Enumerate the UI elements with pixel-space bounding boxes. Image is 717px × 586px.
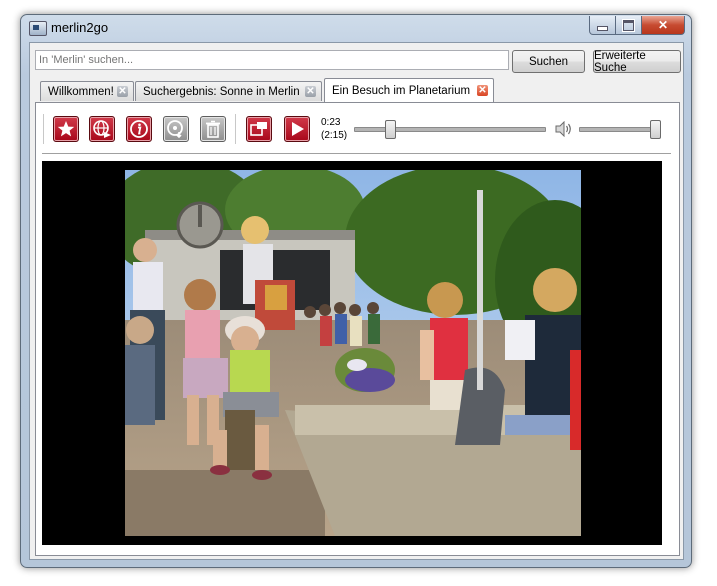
close-icon: ✕: [657, 18, 669, 32]
delete-button[interactable]: [200, 116, 226, 142]
time-display: 0:23 (2:15): [321, 116, 347, 142]
tab-search-result[interactable]: Suchergebnis: Sonne in Merlin ✕: [135, 81, 322, 101]
toolbar-separator: [43, 114, 44, 144]
tab-close-icon[interactable]: ✕: [477, 85, 488, 96]
video-scene-image: [125, 170, 581, 536]
volume-slider-handle[interactable]: [650, 120, 661, 139]
tab-planetarium[interactable]: Ein Besuch im Planetarium ✕: [324, 78, 494, 102]
seek-slider-handle[interactable]: [384, 120, 396, 139]
tab-welcome[interactable]: Willkommen! ✕: [40, 81, 134, 101]
volume-slider-track[interactable]: [579, 127, 661, 132]
advanced-search-button[interactable]: Erweiterte Suche: [593, 50, 681, 74]
tab-label: Suchergebnis: Sonne in Merlin: [143, 85, 300, 98]
minimize-icon: [597, 25, 608, 31]
video-area[interactable]: [42, 161, 662, 545]
fullscreen-button[interactable]: [246, 116, 272, 142]
video-frame: [125, 170, 581, 536]
save-disc-button[interactable]: [163, 116, 189, 142]
volume-icon[interactable]: [555, 121, 573, 137]
duration: (2:15): [321, 130, 348, 141]
search-button[interactable]: Suchen: [512, 50, 585, 73]
tab-label: Ein Besuch im Planetarium: [332, 84, 471, 97]
save-disc-icon: [167, 120, 183, 139]
toolbar-separator: [235, 114, 236, 144]
tab-close-icon[interactable]: ✕: [117, 86, 128, 97]
maximize-icon: [622, 18, 635, 32]
window-controls: ✕: [589, 16, 685, 35]
content-panel: 0:23 (2:15): [35, 102, 680, 556]
app-icon: [29, 21, 47, 36]
trash-icon: [206, 120, 220, 138]
title-bar[interactable]: merlin2go ✕: [21, 15, 691, 41]
current-time: 0:23: [321, 117, 341, 128]
play-icon: [292, 122, 304, 136]
toolbar-divider: [42, 153, 671, 154]
seek-slider-track[interactable]: [354, 127, 546, 132]
favorite-star-icon: [57, 121, 75, 137]
search-input[interactable]: [35, 50, 509, 70]
tab-label: Willkommen!: [48, 85, 114, 98]
client-area: Suchen Erweiterte Suche Willkommen! ✕ Su…: [29, 42, 684, 560]
web-export-button[interactable]: [89, 116, 115, 142]
fullscreen-icon: [250, 122, 267, 136]
favorite-button[interactable]: [53, 116, 79, 142]
close-button[interactable]: ✕: [642, 16, 685, 35]
maximize-button[interactable]: [616, 16, 642, 35]
window-title: merlin2go: [51, 20, 109, 35]
web-export-icon: [93, 120, 111, 138]
info-icon: [130, 120, 148, 138]
info-button[interactable]: [126, 116, 152, 142]
play-button[interactable]: [284, 116, 310, 142]
app-window: merlin2go ✕ Suchen Erweiterte Suche Will…: [20, 14, 692, 568]
tab-close-icon[interactable]: ✕: [305, 86, 316, 97]
minimize-button[interactable]: [589, 16, 616, 35]
